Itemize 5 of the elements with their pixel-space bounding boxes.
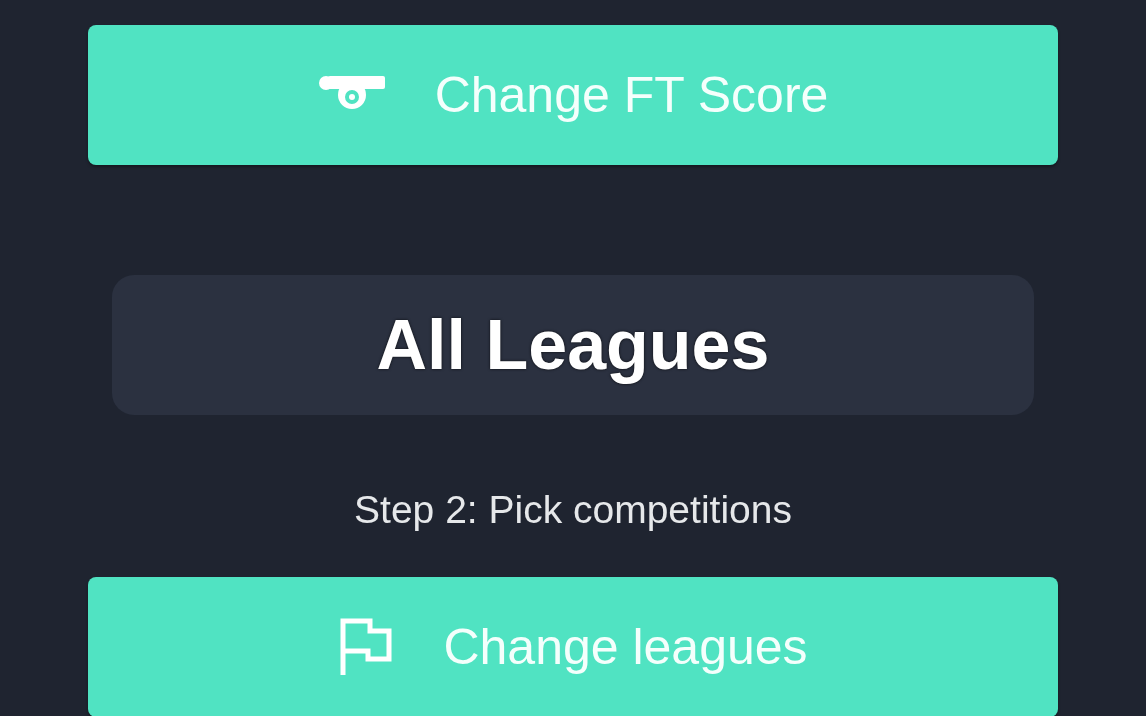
change-score-button[interactable]: Change FT Score <box>88 25 1058 165</box>
change-leagues-button[interactable]: Change leagues <box>88 577 1058 716</box>
step-label: Step 2: Pick competitions <box>354 487 792 533</box>
league-title: All Leagues <box>376 305 770 385</box>
flag-icon <box>338 618 394 676</box>
